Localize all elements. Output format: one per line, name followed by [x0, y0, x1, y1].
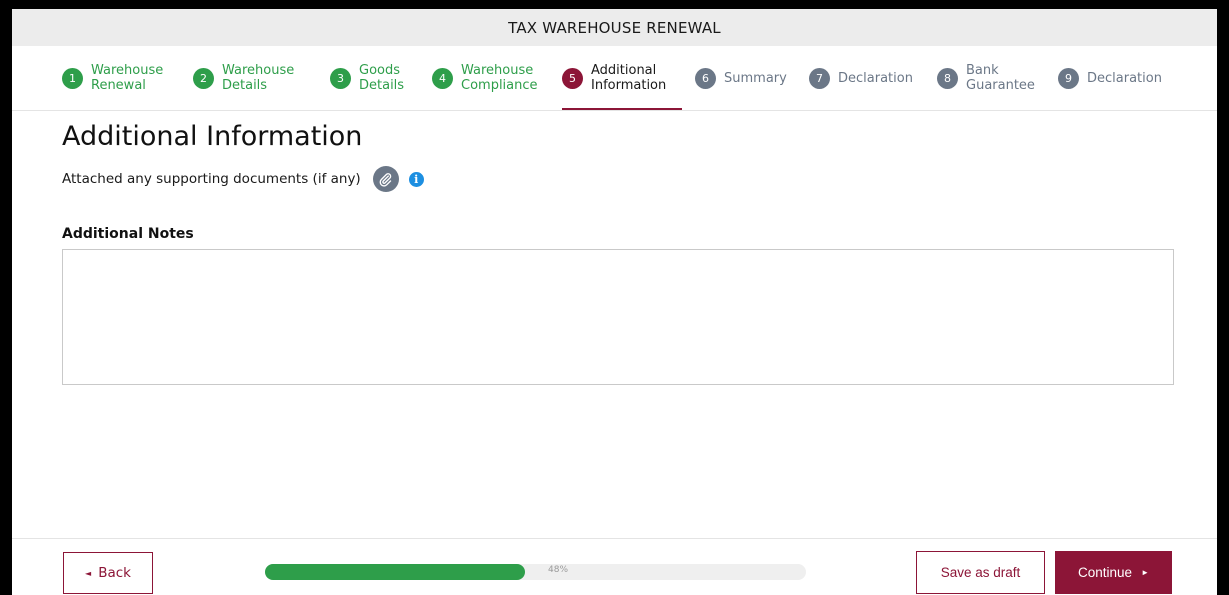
back-button[interactable]: ◄ Back [63, 552, 153, 594]
step-number: 9 [1058, 67, 1079, 89]
step-number: 4 [432, 67, 453, 89]
step-number: 2 [193, 67, 214, 89]
save-draft-label: Save as draft [940, 565, 1021, 580]
step-warehouse-details[interactable]: 2 Warehouse Details [193, 46, 315, 110]
step-number: 3 [330, 67, 351, 89]
page-title: Additional Information [62, 121, 363, 152]
step-declaration[interactable]: 7 Declaration [809, 46, 931, 110]
attachment-label: Attached any supporting documents (if an… [62, 171, 361, 187]
page-header: TAX WAREHOUSE RENEWAL [12, 9, 1217, 46]
step-summary[interactable]: 6 Summary [695, 46, 805, 110]
attach-file-button[interactable] [372, 166, 399, 192]
step-number: 6 [695, 67, 716, 89]
continue-button[interactable]: Continue ► [1055, 551, 1172, 594]
step-warehouse-renewal[interactable]: 1 Warehouse Renewal [62, 46, 184, 110]
step-goods-details[interactable]: 3 Goods Details [330, 46, 430, 110]
step-label: Declaration [1087, 70, 1162, 86]
step-label: Bank Guarantee [966, 63, 1035, 93]
additional-notes-field[interactable] [62, 249, 1174, 385]
step-warehouse-compliance[interactable]: 4 Warehouse Compliance [432, 46, 554, 110]
progress-stepper: 1 Warehouse Renewal 2 Warehouse Details … [12, 46, 1217, 111]
app-window: TAX WAREHOUSE RENEWAL 1 Warehouse Renewa… [12, 9, 1217, 595]
step-number: 8 [937, 67, 958, 89]
continue-label: Continue [1078, 565, 1133, 580]
step-label: Goods Details [359, 63, 405, 93]
attachment-row: Attached any supporting documents (if an… [62, 166, 424, 192]
back-button-label: Back [98, 565, 131, 581]
active-step-indicator [562, 108, 682, 110]
step-label: Additional Information [591, 63, 667, 93]
step-label: Warehouse Renewal [91, 63, 164, 93]
footer-bar: ◄ Back 48% Save as draft Continue ► [12, 538, 1217, 595]
progress-bar-fill [265, 564, 525, 580]
continue-arrow-icon: ► [1141, 568, 1149, 577]
step-number: 1 [62, 67, 83, 89]
progress-bar: 48% [265, 564, 806, 580]
info-icon[interactable]: i [408, 171, 424, 187]
back-arrow-icon: ◄ [85, 568, 92, 578]
progress-percent: 48% [548, 565, 569, 575]
step-number: 5 [562, 67, 583, 89]
step-additional-information[interactable]: 5 Additional Information [562, 46, 682, 110]
step-label: Warehouse Details [222, 63, 295, 93]
notes-label: Additional Notes [62, 226, 194, 242]
step-final-declaration[interactable]: 9 Declaration [1058, 46, 1198, 110]
paperclip-icon [379, 172, 392, 187]
step-bank-guarantee[interactable]: 8 Bank Guarantee [937, 46, 1047, 110]
step-label: Summary [724, 70, 787, 86]
page-header-title: TAX WAREHOUSE RENEWAL [508, 18, 721, 37]
step-label: Warehouse Compliance [461, 63, 538, 93]
step-number: 7 [809, 67, 830, 89]
step-label: Declaration [838, 70, 913, 86]
save-draft-button[interactable]: Save as draft [916, 551, 1045, 594]
